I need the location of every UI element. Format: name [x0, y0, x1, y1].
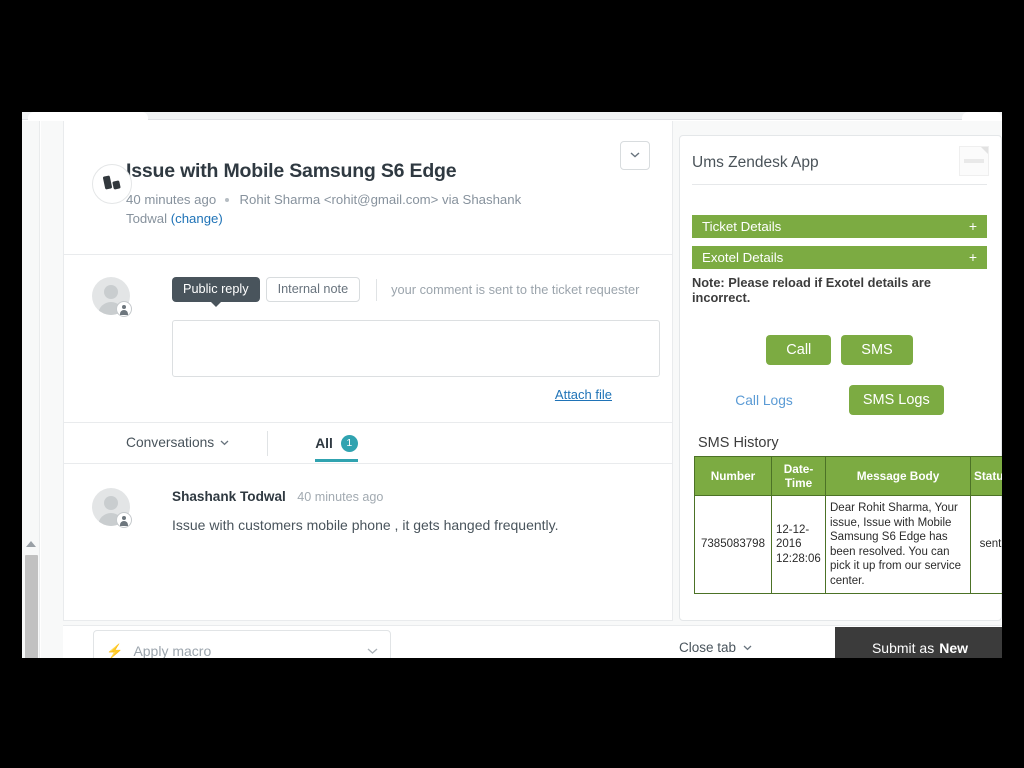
cell-status: sent	[971, 496, 1003, 594]
cell-datetime: 12-12-2016 12:28:06	[772, 496, 826, 594]
accordion-ticket-details-label: Ticket Details	[702, 219, 781, 234]
sms-history-title: SMS History	[698, 435, 987, 451]
apply-macro-dropdown[interactable]: ⚡ Apply macro	[93, 630, 391, 658]
ticket-header: Issue with Mobile Samsung S6 Edge 40 min…	[64, 121, 672, 255]
browser-tab-strip	[22, 112, 1002, 120]
reply-composer: Public reply Internal note your comment …	[64, 255, 672, 423]
expand-plus-icon: +	[969, 215, 977, 238]
column-header-datetime: Date-Time	[772, 457, 826, 496]
browser-viewport: Issue with Mobile Samsung S6 Edge 40 min…	[22, 112, 1002, 658]
conversations-filter-dropdown[interactable]: Conversations	[126, 435, 229, 450]
sms-logs-button[interactable]: SMS Logs	[849, 385, 944, 415]
tab-public-reply[interactable]: Public reply	[172, 277, 260, 302]
close-tab-dropdown[interactable]: Close tab	[679, 640, 752, 655]
details-accordion-group: Ticket Details + Exotel Details +	[692, 215, 987, 269]
lightning-bolt-icon: ⚡	[106, 643, 123, 659]
ticket-meta: 40 minutes ago Rohit Sharma <rohit@gmail…	[126, 190, 546, 228]
submit-button-group: Submit as New	[835, 627, 1002, 658]
app-logo-placeholder-icon	[959, 146, 989, 176]
sidebar-app-panel: Ums Zendesk App Ticket Details + Exotel …	[679, 135, 1002, 621]
page-scrollbar[interactable]	[22, 121, 40, 658]
comment-text: Issue with customers mobile phone , it g…	[172, 517, 644, 533]
comment-author: Shashank Todwal	[172, 489, 286, 504]
sidebar-header: Ums Zendesk App	[692, 154, 987, 185]
change-requester-link[interactable]: (change)	[171, 211, 223, 226]
attach-file-link[interactable]: Attach file	[555, 387, 612, 402]
accordion-ticket-details[interactable]: Ticket Details +	[692, 215, 987, 238]
sidebar-note: Note: Please reload if Exotel details ar…	[692, 275, 987, 305]
ticket-footer-bar: ⚡ Apply macro Close tab Submit as New	[63, 625, 1002, 658]
sms-history-table: Number Date-Time Message Body Status 738…	[694, 456, 1002, 594]
ticket-pane: Issue with Mobile Samsung S6 Edge 40 min…	[63, 121, 673, 621]
chevron-down-icon	[630, 152, 640, 158]
call-button[interactable]: Call	[766, 335, 831, 365]
browser-tab-stub[interactable]	[28, 112, 148, 120]
meta-separator-dot	[225, 198, 229, 202]
expand-plus-icon: +	[969, 246, 977, 269]
scroll-up-arrow-icon[interactable]	[26, 541, 36, 547]
user-badge-icon	[116, 512, 132, 528]
cell-message-body: Dear Rohit Sharma, Your issue, Issue wit…	[826, 496, 971, 594]
logs-row: Call Logs SMS Logs	[692, 385, 987, 415]
zendesk-app: Issue with Mobile Samsung S6 Edge 40 min…	[41, 121, 1002, 658]
tab-all-label: All	[315, 436, 333, 451]
scrollbar-thumb[interactable]	[25, 555, 38, 658]
tab-all[interactable]: All 1	[315, 435, 358, 461]
reply-textarea[interactable]	[172, 320, 660, 377]
conversation-tabs-divider	[267, 431, 268, 456]
apply-macro-label: Apply macro	[133, 643, 367, 658]
brand-logo-icon	[92, 164, 132, 204]
close-tab-label: Close tab	[679, 640, 736, 655]
conversation-tabs: Conversations All 1	[64, 423, 672, 464]
accordion-exotel-details-label: Exotel Details	[702, 250, 783, 265]
submit-as-button[interactable]: Submit as New	[835, 627, 1002, 658]
table-header-row: Number Date-Time Message Body Status	[695, 457, 1003, 496]
sms-button[interactable]: SMS	[841, 335, 912, 365]
accordion-exotel-details[interactable]: Exotel Details +	[692, 246, 987, 269]
column-header-number: Number	[695, 457, 772, 496]
tab-all-underline	[315, 459, 358, 462]
chevron-down-icon	[367, 648, 378, 655]
ticket-title: Issue with Mobile Samsung S6 Edge	[126, 159, 644, 183]
comment-body: Shashank Todwal 40 minutes ago Issue wit…	[172, 488, 644, 533]
ticket-options-button[interactable]	[620, 141, 650, 170]
agent-avatar	[92, 277, 130, 315]
ticket-time-ago: 40 minutes ago	[126, 192, 216, 207]
column-header-message-body: Message Body	[826, 457, 971, 496]
browser-tab-stub-secondary[interactable]	[962, 112, 1002, 120]
call-sms-action-row: Call SMS	[692, 335, 987, 365]
sidebar-app-title: Ums Zendesk App	[692, 154, 987, 172]
chevron-down-icon	[743, 645, 752, 651]
composer-hint: your comment is sent to the ticket reque…	[391, 282, 639, 297]
column-header-status: Status	[971, 457, 1003, 496]
comment-time: 40 minutes ago	[297, 490, 383, 504]
channel-tabs: Public reply Internal note your comment …	[172, 277, 644, 302]
tab-internal-note[interactable]: Internal note	[266, 277, 361, 302]
table-row: 7385083798 12-12-2016 12:28:06 Dear Rohi…	[695, 496, 1003, 594]
conversations-filter-label: Conversations	[126, 435, 214, 450]
submit-status-label: New	[939, 640, 968, 656]
channel-tabs-divider	[376, 279, 377, 301]
comment-item: Shashank Todwal 40 minutes ago Issue wit…	[64, 464, 672, 533]
chevron-down-icon	[220, 440, 229, 446]
tab-all-badge: 1	[341, 435, 358, 452]
commenter-avatar	[92, 488, 130, 526]
submit-prefix-label: Submit as	[872, 640, 934, 656]
cell-number: 7385083798	[695, 496, 772, 594]
user-badge-icon	[116, 301, 132, 317]
call-logs-link[interactable]: Call Logs	[735, 393, 793, 408]
attach-row: Attach file	[126, 386, 612, 404]
